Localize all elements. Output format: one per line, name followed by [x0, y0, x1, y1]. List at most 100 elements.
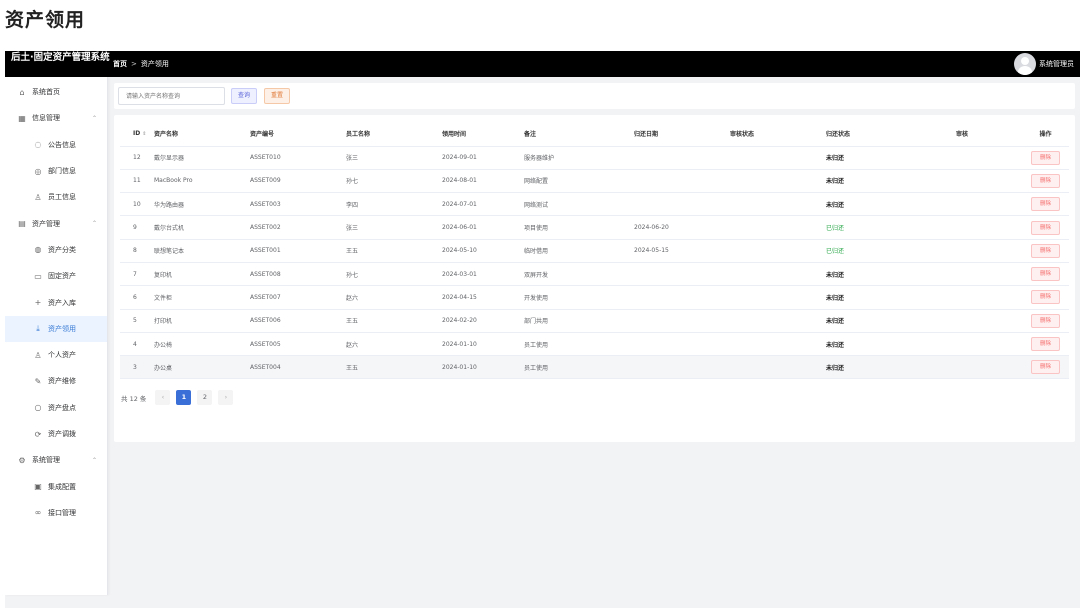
sidebar-item-12[interactable]: ○ 资产盘点	[5, 395, 107, 421]
cell-return-date	[634, 192, 730, 217]
cell-return-date	[634, 169, 730, 194]
sidebar-item-2[interactable]: ◌ 公告信息	[5, 132, 107, 158]
prev-page-button[interactable]: ‹	[155, 390, 171, 405]
cell-audit-status	[730, 215, 826, 240]
download-icon: ⤓	[36, 323, 40, 333]
delete-button[interactable]: 删除	[1031, 290, 1060, 305]
table-row[interactable]: 12 戴尔显示器 ASSET010 张三 2024-09-01 服务器维护 未归还 删除	[120, 146, 1069, 170]
cell-name: 办公椅	[154, 332, 250, 357]
table-row[interactable]: 7 复印机 ASSET008 孙七 2024-03-01 双屏开发 未归还 删除	[120, 262, 1069, 287]
column-header-label: 资产名称	[154, 130, 179, 138]
column-header: 审核	[956, 121, 1022, 147]
cell-employee: 王五	[346, 239, 442, 263]
sidebar-item-7[interactable]: ▭ 固定资产	[5, 263, 107, 289]
column-header[interactable]: ID ⇕	[120, 121, 154, 147]
sidebar-item-5[interactable]: ▤ 资产管理 ⌃	[5, 210, 107, 236]
breadcrumb-current: 资产领用	[140, 60, 169, 68]
sidebar-item-3[interactable]: ◎ 部门信息	[5, 158, 107, 184]
cell-employee: 张三	[346, 146, 442, 170]
table-row[interactable]: 4 办公椅 ASSET005 赵六 2024-01-10 员工使用 未归还 删除	[120, 332, 1069, 357]
sidebar-item-label: 接口管理	[48, 508, 76, 517]
column-header-label: 归还日期	[634, 130, 659, 138]
cell-return-date	[634, 146, 730, 170]
sidebar-item-11[interactable]: ✎ 资产维修	[5, 368, 107, 394]
delete-button[interactable]: 删除	[1031, 197, 1060, 212]
avatar[interactable]	[1014, 53, 1036, 75]
cell-return-status: 未归还	[826, 309, 956, 333]
cell-name: 复印机	[154, 262, 250, 287]
table-row[interactable]: 6 文件柜 ASSET007 赵六 2024-04-15 开发使用 未归还 删除	[120, 285, 1069, 310]
chevron-up-icon[interactable]: ⌃	[92, 457, 97, 464]
sidebar-item-6[interactable]: ◍ 资产分类	[5, 237, 107, 263]
chevron-up-icon[interactable]: ⌃	[92, 220, 97, 227]
sidebar-item-15[interactable]: ▣ 集成配置	[5, 473, 107, 499]
cell-return-date	[634, 355, 730, 380]
cell-employee: 王五	[346, 355, 442, 380]
column-header-label: 审核	[956, 130, 969, 138]
delete-button[interactable]: 删除	[1031, 313, 1060, 328]
cell-note: 项目使用	[524, 215, 634, 240]
breadcrumb-home[interactable]: 首页	[113, 59, 127, 69]
user-name[interactable]: 系统管理员	[1039, 59, 1074, 69]
cell-id: 6	[120, 285, 154, 310]
breadcrumb-separator: >	[131, 60, 137, 68]
cell-id: 12	[120, 146, 154, 170]
sidebar-item-label: 资产盘点	[48, 403, 76, 412]
column-header-label: 备注	[524, 130, 537, 138]
sidebar-item-14[interactable]: ⚙ 系统管理 ⌃	[5, 447, 107, 473]
document-icon: ▭	[34, 271, 42, 281]
column-header-label: 资产编号	[250, 130, 275, 138]
sidebar-item-0[interactable]: ⌂ 系统首页	[5, 79, 107, 105]
home-icon: ⌂	[19, 87, 25, 97]
sidebar-item-16[interactable]: ∞ 接口管理	[5, 500, 107, 526]
table-row[interactable]: 11 MacBook Pro ASSET009 孙七 2024-08-01 网络配置 未归还…	[120, 169, 1069, 194]
table-row[interactable]: 10 华为路由器 ASSET003 李四 2024-07-01 网络测试 未归还 删除	[120, 192, 1069, 217]
delete-button[interactable]: 删除	[1031, 243, 1060, 258]
reset-button[interactable]: 重置	[264, 88, 291, 104]
table-row[interactable]: 5 打印机 ASSET006 王五 2024-02-20 部门共用 未归还 删除	[120, 309, 1069, 333]
cell-note: 员工使用	[524, 332, 634, 357]
query-button[interactable]: 查询	[231, 88, 258, 104]
globe-icon: ◍	[34, 245, 42, 255]
delete-button[interactable]: 删除	[1031, 337, 1060, 352]
sidebar-item-label: 资产管理	[32, 219, 60, 228]
sidebar-item-4[interactable]: ♙ 员工信息	[5, 184, 107, 210]
bank-icon: ▤	[18, 219, 26, 229]
next-page-button[interactable]: ›	[218, 390, 234, 405]
sidebar-item-13[interactable]: ⟳ 资产调拨	[5, 421, 107, 447]
delete-button[interactable]: 删除	[1031, 220, 1060, 235]
person-icon: ♙	[34, 350, 42, 360]
page-button-1[interactable]: 1	[176, 390, 192, 405]
sidebar-item-label: 集成配置	[48, 482, 76, 491]
search-input[interactable]	[118, 87, 225, 105]
sidebar-item-9[interactable]: ⤓ 资产领用	[5, 315, 107, 342]
table-row[interactable]: 9 戴尔台式机 ASSET002 张三 2024-06-01 项目使用 2024-06-20…	[120, 215, 1069, 240]
edit-icon: ✎	[34, 376, 42, 386]
eye-icon: ◎	[34, 166, 42, 176]
table-card: ID ⇕ 资产名称 资产编号 员工名称 领用时间 备注 归还日期 审核状态 归还状态 审核 操作 12…	[114, 115, 1075, 442]
sort-icon[interactable]: ⇕	[142, 131, 146, 137]
sidebar-item-10[interactable]: ♙ 个人资产	[5, 342, 107, 368]
cell-code: ASSET010	[250, 146, 346, 170]
table-row[interactable]: 3 办公桌 ASSET004 王五 2024-01-10 员工使用 未归还 删除	[120, 355, 1069, 380]
cell-code: ASSET003	[250, 192, 346, 217]
cell-date: 2024-02-20	[442, 309, 524, 333]
cell-return-status: 未归还	[826, 146, 956, 170]
delete-button[interactable]: 删除	[1031, 173, 1060, 188]
cell-audit	[956, 262, 1022, 287]
sidebar-item-1[interactable]: ▦ 信息管理 ⌃	[5, 105, 107, 131]
delete-button[interactable]: 删除	[1031, 150, 1060, 165]
chevron-up-icon[interactable]: ⌃	[92, 115, 97, 122]
delete-button[interactable]: 删除	[1031, 360, 1060, 375]
user-menu[interactable]: 系统管理员	[1014, 53, 1074, 75]
page-button-2[interactable]: 2	[197, 390, 213, 405]
cell-name: 打印机	[154, 309, 250, 333]
cell-audit	[956, 285, 1022, 310]
table-row[interactable]: 8 联想笔记本 ASSET001 王五 2024-05-10 临时借用 2024-05-15…	[120, 239, 1069, 263]
cell-name: 文件柜	[154, 285, 250, 310]
cell-date: 2024-09-01	[442, 146, 524, 170]
delete-button[interactable]: 删除	[1031, 267, 1060, 282]
cell-code: ASSET007	[250, 285, 346, 310]
chat-icon: ◌	[34, 140, 42, 150]
sidebar-item-8[interactable]: + 资产入库	[5, 289, 107, 315]
